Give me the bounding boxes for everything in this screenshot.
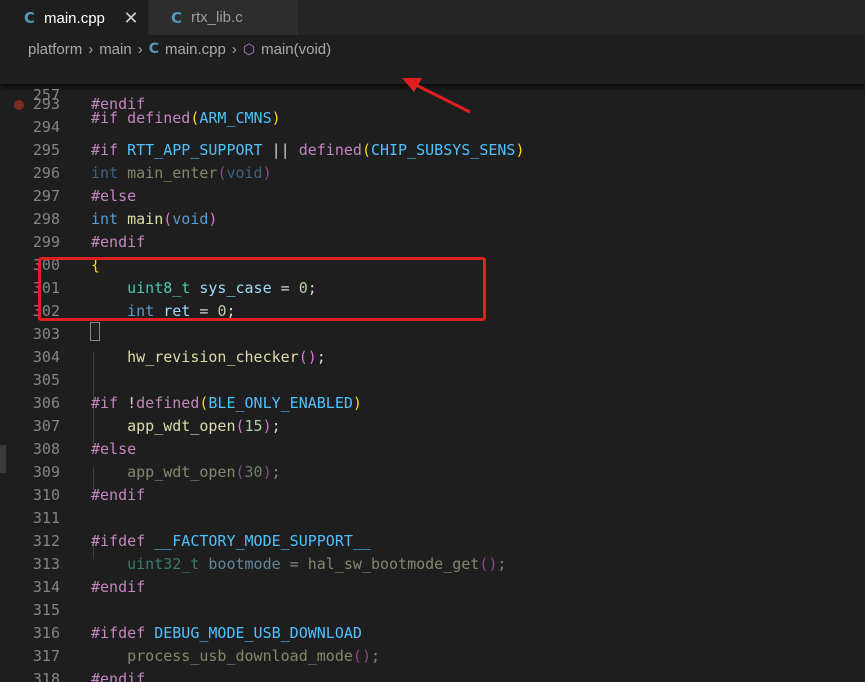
tab-bar: C main.cpp ✕ C rtx_lib.c: [0, 0, 865, 35]
code-line[interactable]: 298 int main(void): [0, 208, 865, 231]
line-number: 307: [32, 417, 60, 435]
code-line[interactable]: 309 app_wdt_open(30);: [0, 461, 865, 484]
line-number: 311: [32, 509, 60, 527]
code-editor[interactable]: 257 #if defined(ARM_CMNS) 293 #endif 294 29…: [0, 61, 865, 682]
code-text: hw_revision_checker();: [127, 348, 326, 366]
c-plus-plus-icon: C: [24, 9, 36, 27]
code-line[interactable]: 297 #else: [0, 185, 865, 208]
breadcrumb-item-platform[interactable]: platform: [28, 41, 82, 58]
symbol-method-icon: ⬡: [242, 40, 256, 57]
code-line[interactable]: 299 #endif: [0, 231, 865, 254]
line-number: 310: [32, 486, 60, 504]
code-text: int main(void): [91, 210, 218, 228]
code-line[interactable]: 295 #if RTT_APP_SUPPORT || defined(CHIP_S…: [0, 139, 865, 162]
breadcrumb-item-file[interactable]: main.cpp: [165, 41, 226, 58]
tab-rtx-lib-c[interactable]: C rtx_lib.c: [149, 0, 299, 35]
line-number: 298: [32, 210, 60, 228]
line-number: 315: [32, 601, 60, 619]
code-line[interactable]: 305: [0, 369, 865, 392]
code-text: app_wdt_open(30);: [127, 463, 281, 481]
line-number: 317: [32, 647, 60, 665]
code-line[interactable]: 315: [0, 599, 865, 622]
line-number: 303: [32, 325, 60, 343]
code-text: #if RTT_APP_SUPPORT || defined(CHIP_SUBS…: [91, 141, 525, 159]
code-text: uint32_t bootmode = hal_sw_bootmode_get(…: [127, 555, 507, 573]
code-line[interactable]: 306 #if !defined(BLE_ONLY_ENABLED): [0, 392, 865, 415]
breadcrumb-item-symbol[interactable]: main(void): [261, 41, 331, 58]
code-text: #endif: [91, 670, 146, 682]
annotation-arrow: [402, 78, 471, 114]
code-text: #endif: [91, 486, 146, 504]
line-number: 297: [32, 187, 60, 205]
arrow-shaft: [411, 81, 471, 114]
code-text: #ifdef __FACTORY_MODE_SUPPORT__: [91, 532, 371, 550]
code-text: #if defined(ARM_CMNS): [91, 109, 281, 127]
breadcrumb-item-main-folder[interactable]: main: [99, 41, 132, 58]
code-text: app_wdt_open(15);: [127, 417, 281, 435]
line-number: 306: [32, 394, 60, 412]
line-number: 314: [32, 578, 60, 596]
line-number: 257: [32, 86, 60, 104]
code-text: #if !defined(BLE_ONLY_ENABLED): [91, 394, 362, 412]
code-line[interactable]: 304 hw_revision_checker();: [0, 346, 865, 369]
chevron-right-icon: ›: [231, 40, 237, 58]
line-number: 312: [32, 532, 60, 550]
line-number: 313: [32, 555, 60, 573]
tab-label: main.cpp: [44, 9, 105, 27]
code-line[interactable]: 310 #endif: [0, 484, 865, 507]
code-line[interactable]: 307 app_wdt_open(15);: [0, 415, 865, 438]
code-text: #ifdef DEBUG_MODE_USB_DOWNLOAD: [91, 624, 362, 642]
breadcrumb: platform › main › C main.cpp › ⬡ main(vo…: [0, 35, 865, 63]
line-number: 304: [32, 348, 60, 366]
code-text: #endif: [91, 233, 146, 251]
chevron-right-icon: ›: [137, 40, 143, 58]
code-text: #endif: [91, 578, 146, 596]
line-number: 309: [32, 463, 60, 481]
chevron-right-icon: ›: [88, 40, 94, 58]
line-number: 308: [32, 440, 60, 458]
code-line[interactable]: 318 #endif: [0, 668, 865, 682]
code-line[interactable]: 314 #endif: [0, 576, 865, 599]
code-line[interactable]: 311: [0, 507, 865, 530]
annotation-rectangle: [38, 257, 486, 321]
line-number: 296: [32, 164, 60, 182]
line-number: 299: [32, 233, 60, 251]
close-icon[interactable]: ✕: [122, 9, 140, 27]
code-line[interactable]: 296 int main_enter(void): [0, 162, 865, 185]
line-number: 316: [32, 624, 60, 642]
code-text: int main_enter(void): [91, 164, 272, 182]
code-text: process_usb_download_mode();: [127, 647, 380, 665]
code-text: #else: [91, 440, 137, 458]
code-line[interactable]: 313 uint32_t bootmode = hal_sw_bootmode_…: [0, 553, 865, 576]
tab-main-cpp[interactable]: C main.cpp ✕: [0, 0, 148, 35]
code-line[interactable]: 317 process_usb_download_mode();: [0, 645, 865, 668]
tab-label: rtx_lib.c: [191, 9, 243, 26]
line-number: 318: [32, 670, 60, 682]
c-file-icon: C: [171, 8, 183, 27]
line-number: 305: [32, 371, 60, 389]
code-line[interactable]: 308 #else: [0, 438, 865, 461]
code-line[interactable]: 303: [0, 323, 865, 346]
c-plus-plus-icon: C: [148, 41, 159, 57]
code-text: #else: [91, 187, 137, 205]
code-line[interactable]: 316 #ifdef DEBUG_MODE_USB_DOWNLOAD: [0, 622, 865, 645]
code-line[interactable]: 312 #ifdef __FACTORY_MODE_SUPPORT__: [0, 530, 865, 553]
